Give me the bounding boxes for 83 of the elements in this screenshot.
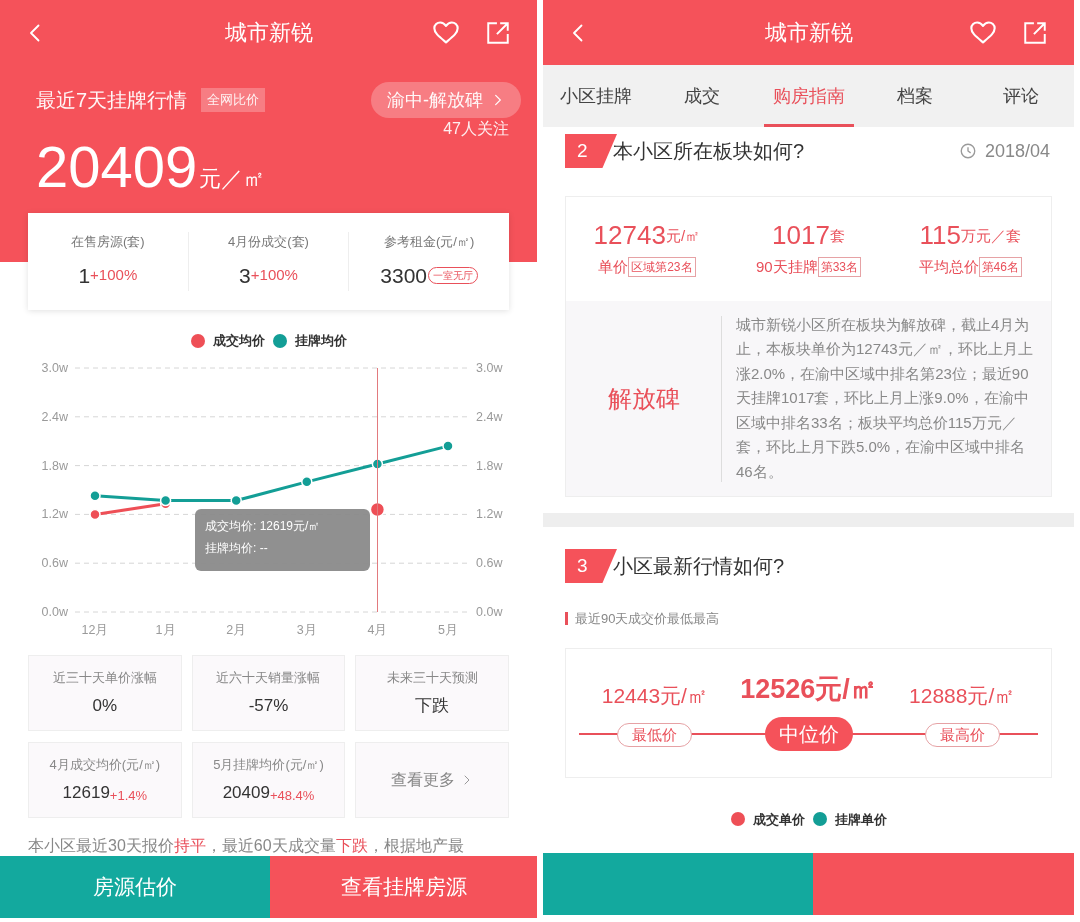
tooltip-text: 挂牌均价: -- bbox=[205, 540, 269, 557]
stat-value: 1 bbox=[78, 262, 91, 289]
rank-tag: 区域第23名 bbox=[628, 257, 696, 277]
metric-label: 未来三十天预测 bbox=[386, 668, 478, 687]
axis-label: 1.2w bbox=[41, 507, 68, 522]
stat-change: +100% bbox=[90, 265, 138, 285]
tab[interactable]: 小区挂牌 bbox=[543, 65, 650, 127]
metric-value: 12619 bbox=[62, 782, 110, 804]
axis-label: 3.0w bbox=[41, 361, 68, 375]
metric-change: +1.4% bbox=[109, 788, 148, 805]
region-value: 115 bbox=[919, 219, 961, 250]
page-title: 城市新锐 bbox=[764, 19, 853, 47]
axis-label: 12月 bbox=[81, 623, 109, 637]
compare-badge: 全网比价 bbox=[201, 88, 266, 112]
metric-value: -57% bbox=[248, 695, 289, 717]
price-unit: 元／㎡ bbox=[199, 165, 266, 193]
followers-count: 47人关注 bbox=[443, 119, 509, 139]
summary-text: 本小区最近30天报价持平，最近60天成交量下跌，根据地产最 bbox=[27, 836, 465, 856]
min-price: 12443元/㎡ bbox=[601, 682, 708, 709]
legend-label: 成交均价 bbox=[212, 332, 265, 351]
axis-label: 0.6w bbox=[476, 556, 503, 571]
axis-label: 1.8w bbox=[41, 458, 68, 473]
stat-label: 在售房源(套) bbox=[71, 233, 145, 251]
legend-label: 挂牌单价 bbox=[834, 810, 887, 829]
subsection-label: 最近90天成交价最低最高 bbox=[575, 610, 720, 628]
region-unit: 元/㎡ bbox=[665, 226, 701, 247]
region-unit: 套 bbox=[829, 227, 845, 247]
max-price: 12888元/㎡ bbox=[909, 682, 1016, 709]
rank-tag: 第46名 bbox=[978, 257, 1022, 277]
axis-label: 2月 bbox=[226, 623, 247, 637]
area-button[interactable]: 渝中-解放碑 bbox=[371, 82, 521, 118]
metric-label: 近六十天销量涨幅 bbox=[216, 668, 321, 687]
stat-value: 3 bbox=[239, 262, 251, 289]
metric-label: 近三十天单价涨幅 bbox=[52, 668, 157, 687]
axis-label: 5月 bbox=[438, 623, 458, 637]
tab[interactable]: 购房指南 bbox=[755, 65, 862, 127]
axis-label: 1月 bbox=[155, 623, 176, 637]
page-title: 城市新锐 bbox=[224, 19, 313, 47]
tooltip-text: 成交均价: 12619元/㎡ bbox=[205, 518, 322, 535]
legend-label: 挂牌均价 bbox=[294, 332, 347, 351]
metric-value: 20409 bbox=[222, 782, 270, 804]
region-value: 1017 bbox=[772, 219, 830, 250]
rank-tag: 第33名 bbox=[817, 257, 862, 277]
axis-label: 2.4w bbox=[41, 409, 68, 424]
metric-value: 下跌 bbox=[415, 695, 450, 717]
median-tag: 中位价 bbox=[764, 716, 853, 751]
axis-label: 4月 bbox=[367, 623, 388, 637]
axis-label: 3月 bbox=[296, 623, 317, 637]
stat-label: 参考租金(元/㎡) bbox=[384, 233, 475, 251]
more-link[interactable]: 查看更多 bbox=[355, 742, 509, 818]
region-label: 90天挂牌 bbox=[756, 256, 818, 277]
axis-label: 0.6w bbox=[41, 556, 68, 571]
tab[interactable]: 档案 bbox=[861, 65, 968, 127]
axis-label: 1.8w bbox=[476, 458, 503, 473]
min-tag: 最低价 bbox=[617, 722, 693, 747]
stat-value: 3300 bbox=[380, 262, 428, 289]
axis-label: 0.0w bbox=[476, 605, 503, 619]
metric-change: +48.4% bbox=[269, 788, 315, 805]
section-heading: 最近7天挂牌行情 bbox=[36, 88, 188, 113]
primary-button[interactable]: 查看挂牌房源 bbox=[270, 856, 537, 918]
tab[interactable]: 评论 bbox=[967, 65, 1074, 127]
region-value: 12743 bbox=[593, 219, 666, 250]
region-label: 平均总价 bbox=[918, 256, 979, 277]
area-name: 解放碑 bbox=[607, 383, 680, 414]
date-text: 2018/04 bbox=[984, 139, 1050, 163]
axis-label: 1.2w bbox=[476, 507, 503, 522]
region-description: 城市新锐小区所在板块为解放碑，截止4月为止，本板块单价为12743元／㎡，环比上月上涨2.0%，在渝中区域中排名第23位；最近90天挂牌1017套，环比上月上涨9.0%，在渝中区域中排名33名；板块平均总价115万元／套，环比上月下跌5.0%，在渝中区域中排名46名。 bbox=[736, 314, 1034, 482]
axis-label: 2.4w bbox=[476, 409, 503, 424]
metric-label: 5月挂牌均价(元/㎡) bbox=[213, 755, 324, 774]
secondary-button[interactable]: 房源估价 bbox=[0, 856, 270, 918]
region-label: 单价 bbox=[598, 256, 629, 277]
legend-label: 成交单价 bbox=[752, 810, 805, 829]
metric-label: 4月成交均价(元/㎡) bbox=[49, 755, 161, 774]
max-tag: 最高价 bbox=[924, 722, 1000, 747]
stat-label: 4月份成交(套) bbox=[228, 233, 309, 251]
tab[interactable]: 成交 bbox=[649, 65, 756, 127]
axis-label: 0.0w bbox=[41, 605, 68, 619]
region-unit: 万元／套 bbox=[960, 227, 1021, 247]
listing-price: 20409 bbox=[36, 135, 198, 199]
median-price: 12526元/㎡ bbox=[740, 672, 877, 705]
stat-change: +100% bbox=[250, 265, 298, 285]
axis-label: 3.0w bbox=[476, 361, 503, 375]
metric-value: 0% bbox=[92, 695, 118, 717]
